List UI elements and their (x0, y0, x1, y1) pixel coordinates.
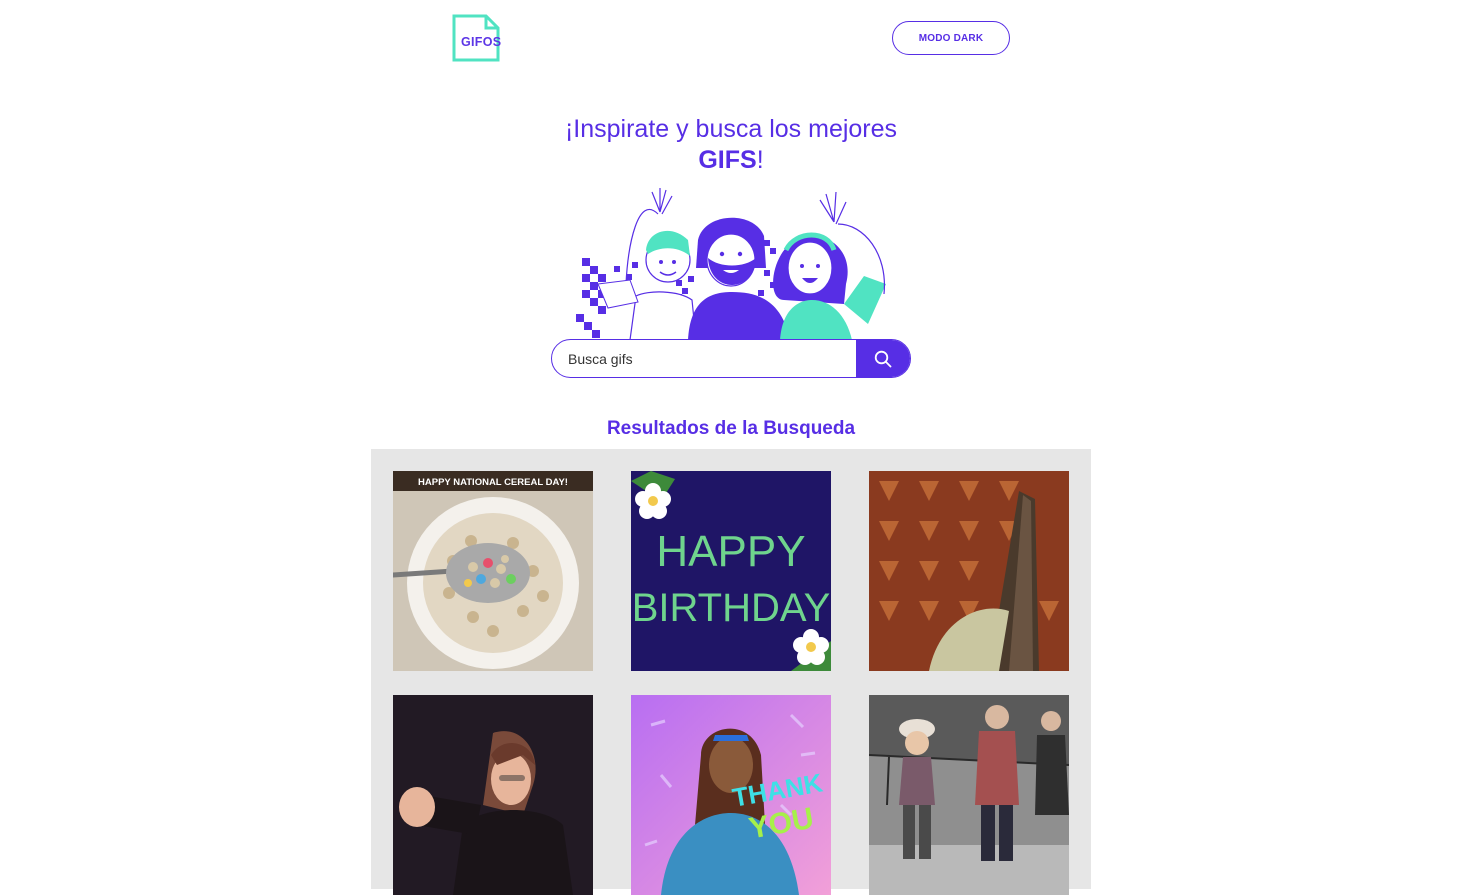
hero-title: ¡Inspirate y busca los mejores GIFS! (0, 114, 1462, 176)
gif-kid-dancing[interactable] (869, 695, 1069, 895)
search-input[interactable] (552, 340, 857, 377)
gif-thank-you[interactable]: THANK YOU (631, 695, 831, 895)
gif-dancing-woman[interactable] (393, 695, 593, 895)
hero-title-line1: ¡Inspirate y busca los mejores (564, 115, 898, 143)
results-panel: HAPPY NATIONAL CEREAL DAY! HAPPY BIRTHDA… (371, 449, 1091, 895)
gif-birthday-line1: HAPPY (656, 527, 805, 576)
dark-mode-button[interactable]: MODO DARK (892, 21, 1010, 55)
hero-illustration (568, 184, 898, 341)
gifos-logo[interactable]: GIFOS (452, 14, 502, 62)
hero-title-end: ! (756, 146, 764, 174)
gif-birthday-line2: BIRTHDAY (632, 586, 831, 630)
hero-title-bold: GIFS (698, 146, 757, 174)
gif-cereal-caption: HAPPY NATIONAL CEREAL DAY! (418, 477, 568, 488)
search-icon (874, 350, 892, 367)
gif-cereal[interactable]: HAPPY NATIONAL CEREAL DAY! (393, 471, 593, 671)
gif-door[interactable] (869, 471, 1069, 671)
search-button[interactable] (856, 340, 910, 377)
gif-happy-birthday[interactable]: HAPPY BIRTHDAY (631, 471, 831, 671)
results-title: Resultados de la Busqueda (606, 418, 856, 439)
search-bar (551, 339, 911, 378)
logo-text: GIFOS (461, 35, 502, 49)
